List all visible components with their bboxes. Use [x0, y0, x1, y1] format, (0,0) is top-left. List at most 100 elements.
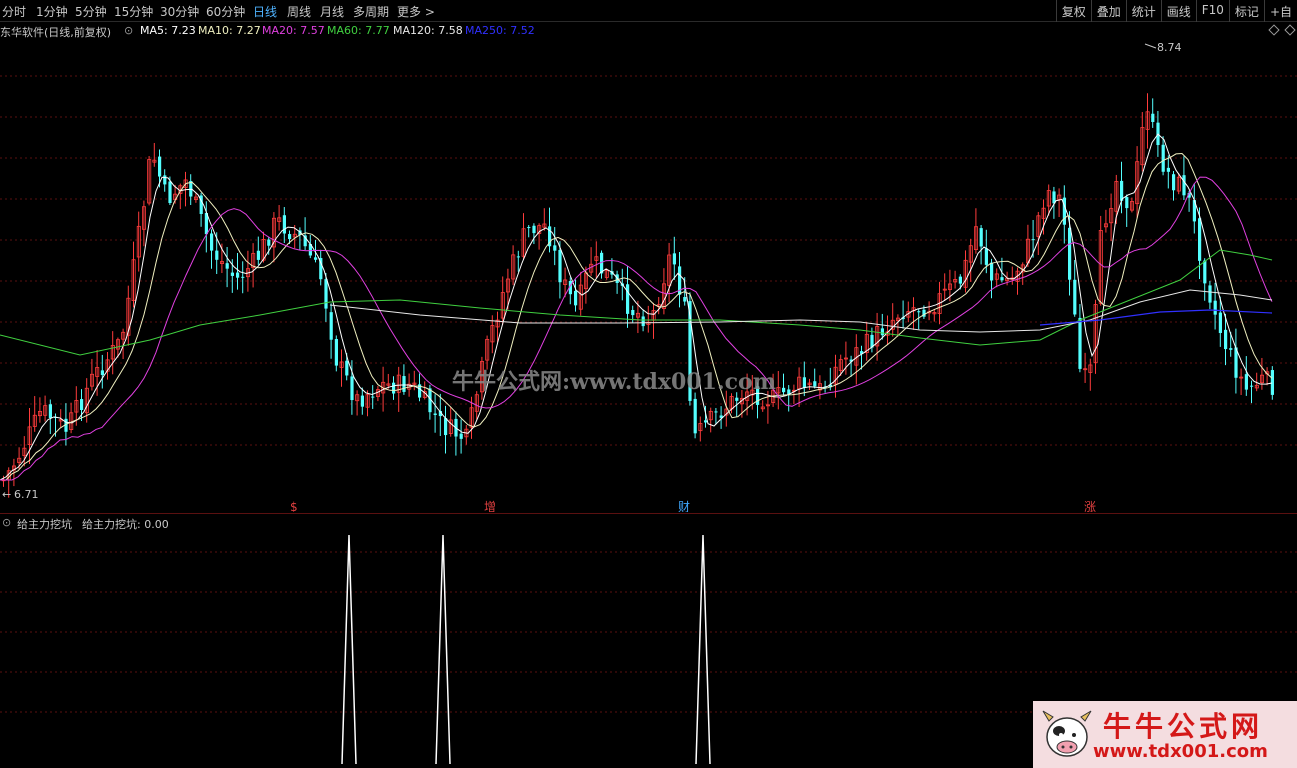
candle-body [267, 239, 271, 246]
candle-body [392, 382, 396, 394]
candle-body [813, 381, 817, 387]
tab-1min[interactable]: 1分钟 [36, 3, 68, 20]
candle-body [516, 256, 520, 258]
ma10-value: MA10: 7.27 [198, 24, 261, 37]
candle-body [558, 250, 562, 283]
candle-body [574, 290, 578, 306]
stats-button[interactable]: 统计 [1125, 0, 1161, 22]
custom-button[interactable]: +自 [1263, 0, 1297, 22]
spike-1 [341, 534, 357, 765]
candle-body [1208, 285, 1212, 303]
tab-15min[interactable]: 15分钟 [114, 3, 153, 20]
mark-button[interactable]: 标记 [1228, 0, 1264, 22]
candle-body [80, 399, 84, 411]
tab-multi-period[interactable]: 多周期 [353, 3, 389, 20]
spike-2 [435, 534, 451, 765]
candle-body [1078, 317, 1082, 369]
ma120-value: MA120: 7.58 [393, 24, 463, 37]
candle-body [1203, 260, 1207, 284]
candle-body [641, 316, 645, 327]
indicator-value: 给主力挖坑: 0.00 [82, 518, 169, 531]
signal-dollar: $ [290, 500, 298, 512]
candle-body [979, 228, 983, 247]
tab-60min[interactable]: 60分钟 [206, 3, 245, 20]
candle-body [215, 250, 219, 260]
candle-body [350, 376, 354, 401]
signal-zhang: 涨 [1084, 499, 1096, 512]
chevron-down-icon[interactable]: ⊙ [124, 24, 133, 37]
candle-body [459, 433, 463, 439]
candle-body [402, 376, 406, 392]
adjust-button[interactable]: 复权 [1055, 0, 1091, 22]
tab-5min[interactable]: 5分钟 [75, 3, 107, 20]
candle-body [1213, 300, 1217, 315]
candle-body [324, 279, 328, 309]
candle-body [631, 310, 635, 316]
badge-url: www.tdx001.com [1093, 741, 1268, 762]
candle-body [527, 227, 531, 229]
candle-body [553, 245, 557, 251]
stock-label: 东华软件(日线,前复权) [0, 26, 112, 39]
period-toolbar: 分时 1分钟 5分钟 15分钟 30分钟 60分钟 日线 周线 月线 多周期 更… [0, 0, 1297, 22]
candle-body [163, 175, 167, 185]
diamond-icon[interactable] [1268, 24, 1280, 36]
candle-body [1198, 218, 1202, 261]
ma60-value: MA60: 7.77 [327, 24, 390, 37]
ma5-value: MA5: 7.23 [140, 24, 196, 37]
cow-mascot-icon [1042, 710, 1092, 757]
tab-daily[interactable]: 日线 [253, 3, 277, 20]
candle-body [288, 234, 292, 240]
ma120-line [329, 289, 1273, 333]
tab-weekly[interactable]: 周线 [287, 3, 311, 20]
candlestick-chart[interactable]: 8.74 ← 6.71 $ 增 财 涨 [0, 40, 1297, 512]
tab-intraday[interactable]: 分时 [2, 3, 26, 20]
candle-body [532, 225, 536, 234]
candle-body [236, 272, 240, 278]
candle-body [100, 370, 104, 375]
pane-divider [0, 513, 1297, 514]
candle-body [782, 387, 786, 393]
candle-body [48, 404, 52, 419]
candle-body [1172, 174, 1176, 191]
candle-body [334, 339, 338, 366]
ma20-value: MA20: 7.57 [262, 24, 325, 37]
candle-body [329, 312, 333, 340]
candle-body [802, 377, 806, 388]
candle-body [282, 215, 286, 234]
chevron-down-icon-indicator[interactable]: ⊙ [2, 516, 11, 529]
tab-30min[interactable]: 30分钟 [160, 3, 199, 20]
overlay-button[interactable]: 叠加 [1090, 0, 1126, 22]
tab-monthly[interactable]: 月线 [320, 3, 344, 20]
f10-button[interactable]: F10 [1195, 0, 1229, 22]
diamond-icon-2[interactable] [1284, 24, 1296, 36]
candle-body [990, 262, 994, 281]
low-price-label: 6.71 [14, 488, 39, 501]
tab-more[interactable]: 更多 > [397, 3, 435, 20]
candle-body [1151, 113, 1155, 123]
candle-body [360, 395, 364, 407]
candle-body [189, 181, 193, 197]
candle-body [433, 413, 437, 415]
candle-body [241, 276, 245, 278]
signal-cai: 财 [678, 500, 690, 512]
candle-body [735, 397, 739, 401]
candle-body [1224, 329, 1228, 350]
candle-body [1182, 175, 1186, 196]
candle-body [984, 248, 988, 265]
candle-body [1125, 197, 1129, 209]
candle-body [958, 276, 962, 284]
candle-body [1073, 279, 1077, 315]
candle-body [1161, 144, 1165, 172]
candle-body [158, 156, 162, 177]
candle-body [256, 250, 260, 260]
draw-button[interactable]: 画线 [1160, 0, 1196, 22]
candle-body [880, 328, 884, 336]
candle-body [1229, 348, 1233, 350]
candle-body [1031, 239, 1035, 241]
badge-title: 牛牛公式网 [1103, 710, 1264, 743]
candle-body [1270, 370, 1274, 395]
high-price-pointer [1144, 43, 1157, 49]
tool-buttons: 复权 叠加 统计 画线 F10 标记 +自 [1055, 0, 1297, 22]
spike-3 [695, 534, 711, 765]
candle-body [626, 284, 630, 314]
